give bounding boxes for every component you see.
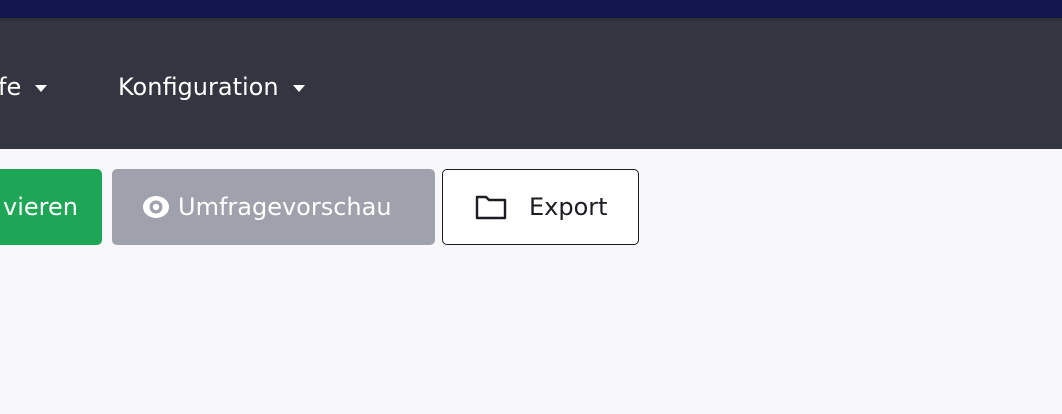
eye-icon bbox=[142, 193, 170, 221]
top-accent-bar bbox=[0, 0, 1062, 18]
activate-button-label: vieren bbox=[3, 193, 78, 221]
export-button[interactable]: Export bbox=[442, 169, 639, 245]
activate-button[interactable]: vieren bbox=[0, 169, 102, 245]
caret-down-icon bbox=[292, 84, 305, 92]
nav-dropdown-hilfe[interactable]: fe bbox=[0, 72, 48, 102]
caret-down-icon bbox=[35, 84, 48, 92]
main-navbar: fe Konfiguration bbox=[0, 21, 1062, 149]
nav-item-label: fe bbox=[0, 73, 22, 101]
folder-icon bbox=[475, 194, 507, 220]
page: fe Konfiguration vieren Umfragevorschau … bbox=[0, 0, 1062, 414]
nav-item-label: Konfiguration bbox=[118, 73, 279, 101]
survey-preview-label: Umfragevorschau bbox=[178, 193, 392, 221]
nav-dropdown-konfiguration[interactable]: Konfiguration bbox=[118, 72, 305, 102]
survey-preview-button[interactable]: Umfragevorschau bbox=[112, 169, 435, 245]
export-button-label: Export bbox=[529, 193, 608, 221]
